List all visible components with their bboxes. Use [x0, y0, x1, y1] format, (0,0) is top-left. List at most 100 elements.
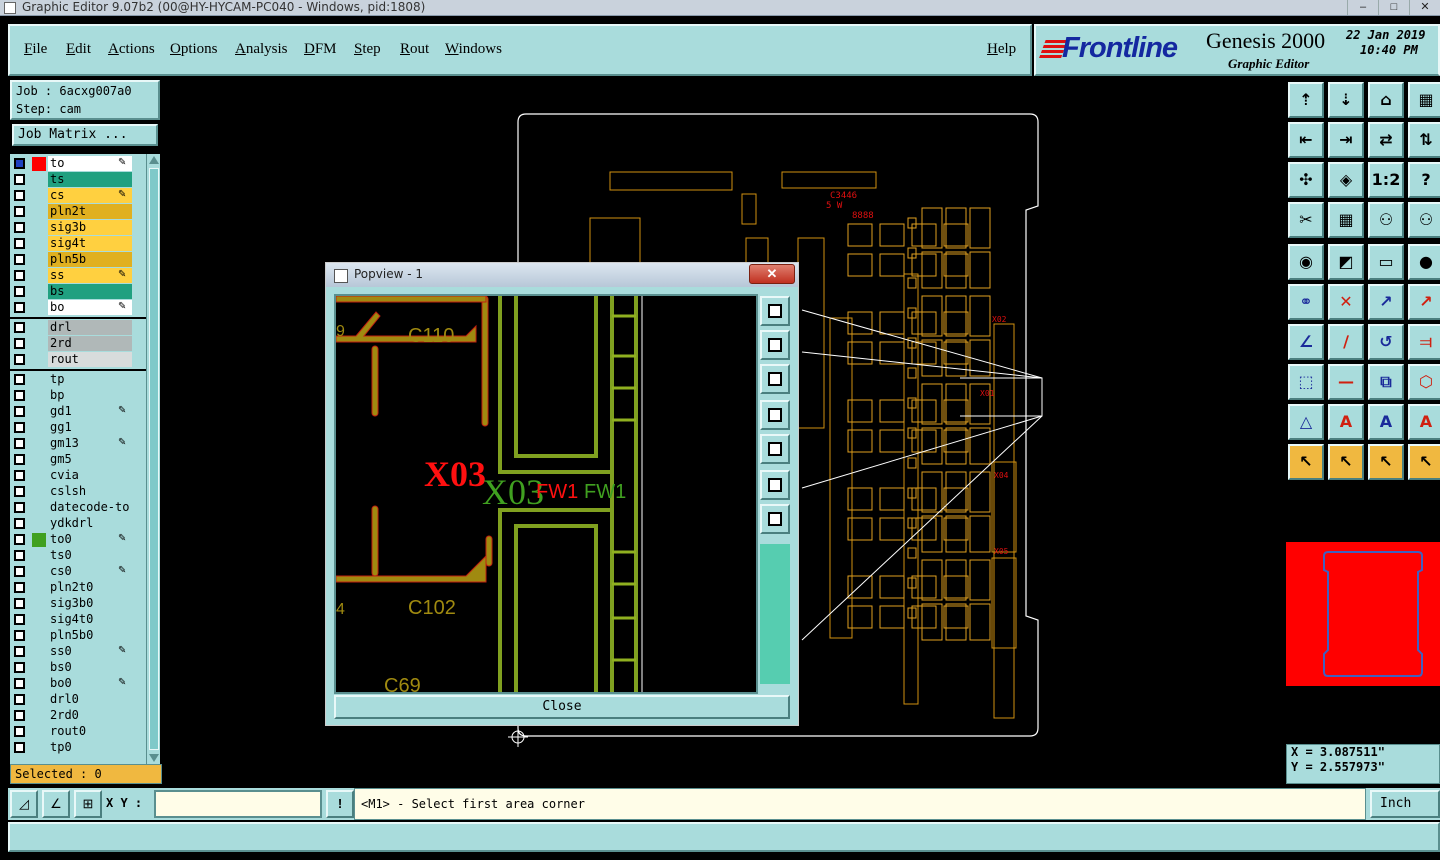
layer-row-sig4t0[interactable]: sig4t0	[10, 612, 146, 628]
layer-row-ts0[interactable]: ts0	[10, 548, 146, 564]
tool-button-5-3[interactable]: ↗	[1408, 284, 1440, 320]
layer-name[interactable]: pln2t0	[48, 580, 132, 595]
xy-input[interactable]	[154, 790, 322, 818]
close-window-button[interactable]: ✕	[1409, 0, 1440, 15]
tool-button-6-0[interactable]: ∠	[1288, 324, 1324, 360]
layer-name[interactable]: ts	[48, 172, 132, 187]
layer-row-gm13[interactable]: gm13 ✎	[10, 436, 146, 452]
tool-button-6-2[interactable]: ↺	[1368, 324, 1404, 360]
tool-button-8-3[interactable]: A	[1408, 404, 1440, 440]
layer-row-sig4t[interactable]: sig4t	[10, 236, 146, 252]
layer-row-sig3b0[interactable]: sig3b0	[10, 596, 146, 612]
menu-step[interactable]: Step	[354, 41, 381, 58]
layer-name[interactable]: sig4t	[48, 236, 132, 251]
layer-checkbox[interactable]	[14, 270, 25, 281]
layer-checkbox[interactable]	[14, 662, 25, 673]
layer-name[interactable]: rout	[48, 352, 132, 367]
layer-checkbox[interactable]	[14, 518, 25, 529]
layer-checkbox[interactable]	[14, 614, 25, 625]
tool-button-3-0[interactable]: ✂	[1288, 202, 1324, 238]
tool-button-5-1[interactable]: ✕	[1328, 284, 1364, 320]
menu-edit[interactable]: Edit	[66, 41, 91, 58]
layer-checkbox[interactable]	[14, 206, 25, 217]
menu-analysis[interactable]: Analysis	[235, 41, 288, 58]
layer-checkbox[interactable]	[14, 470, 25, 481]
tool-button-2-2[interactable]: 1:2	[1368, 162, 1404, 198]
layer-checkbox[interactable]	[14, 726, 25, 737]
layer-name[interactable]: 2rd0	[48, 708, 132, 723]
layer-name[interactable]: ydkdrl	[48, 516, 132, 531]
layer-name[interactable]: drl0	[48, 692, 132, 707]
layer-name[interactable]: pln5b0	[48, 628, 132, 643]
popview-fit-button[interactable]	[760, 296, 790, 326]
layer-name[interactable]: cvia	[48, 468, 132, 483]
layer-row-drl0[interactable]: drl0	[10, 692, 146, 708]
job-matrix-button[interactable]: Job Matrix ...	[12, 124, 158, 146]
layer-checkbox[interactable]	[14, 374, 25, 385]
layer-checkbox[interactable]	[14, 566, 25, 577]
tool-button-4-2[interactable]: ▭	[1368, 244, 1404, 280]
tool-button-7-0[interactable]: ⬚	[1288, 364, 1324, 400]
layer-name[interactable]: sig4t0	[48, 612, 132, 627]
layer-name[interactable]: ts0	[48, 548, 132, 563]
tool-button-0-2[interactable]: ⌂	[1368, 82, 1404, 118]
layer-row-to0[interactable]: to0 ✎	[10, 532, 146, 548]
layer-row-gg1[interactable]: gg1	[10, 420, 146, 436]
tool-button-1-3[interactable]: ⇅	[1408, 122, 1440, 158]
tool-button-9-1[interactable]: ↖	[1328, 444, 1364, 480]
layer-row-cs[interactable]: cs ✎	[10, 188, 146, 204]
overview-panel[interactable]	[1286, 490, 1440, 740]
layer-checkbox[interactable]	[14, 222, 25, 233]
tool-button-1-1[interactable]: ⇥	[1328, 122, 1364, 158]
popview-pan-left-button[interactable]	[760, 400, 790, 430]
layer-checkbox[interactable]	[14, 190, 25, 201]
popview-zoom-out-button[interactable]	[760, 504, 790, 534]
scroll-up-icon[interactable]	[149, 156, 159, 164]
minimize-button[interactable]: –	[1347, 0, 1378, 15]
popview-canvas[interactable]: C110 9 X03 X03 FW1 FW1 C102 4 C69	[334, 294, 758, 694]
layer-row-ts[interactable]: ts	[10, 172, 146, 188]
layer-checkbox[interactable]	[14, 302, 25, 313]
tool-button-5-0[interactable]: ⚭	[1288, 284, 1324, 320]
layer-name[interactable]: drl	[48, 320, 132, 335]
layer-row-2rd0[interactable]: 2rd0	[10, 708, 146, 724]
layer-name[interactable]: 2rd	[48, 336, 132, 351]
layer-color-swatch[interactable]	[32, 533, 46, 547]
tool-button-9-0[interactable]: ↖	[1288, 444, 1324, 480]
snap-mode-button[interactable]: ◿	[10, 790, 38, 818]
layer-list-scrollbar[interactable]	[146, 154, 160, 764]
tool-button-7-3[interactable]: ⬡	[1408, 364, 1440, 400]
layer-color-swatch[interactable]	[32, 157, 46, 171]
tool-button-0-0[interactable]: ⇡	[1288, 82, 1324, 118]
layer-checkbox[interactable]	[14, 598, 25, 609]
layer-row-tp[interactable]: tp	[10, 372, 146, 388]
tool-button-6-3[interactable]: ⫤	[1408, 324, 1440, 360]
unit-selector[interactable]: Inch	[1370, 790, 1440, 818]
layer-checkbox[interactable]	[14, 158, 25, 169]
tool-button-3-3[interactable]: ⚇	[1408, 202, 1440, 238]
scroll-down-icon[interactable]	[149, 754, 159, 762]
layer-name[interactable]: bs0	[48, 660, 132, 675]
layer-row-bo0[interactable]: bo0 ✎	[10, 676, 146, 692]
menu-windows[interactable]: Windows	[445, 41, 502, 58]
maximize-button[interactable]: □	[1378, 0, 1409, 15]
menu-file[interactable]: File	[24, 41, 47, 58]
layer-checkbox[interactable]	[14, 406, 25, 417]
tool-button-0-3[interactable]: ▦	[1408, 82, 1440, 118]
layer-checkbox[interactable]	[14, 582, 25, 593]
popview-pan-right-button[interactable]	[760, 434, 790, 464]
tool-button-2-3[interactable]: ?	[1408, 162, 1440, 198]
popview-close-x-button[interactable]: ✕	[749, 264, 795, 284]
layer-checkbox[interactable]	[14, 630, 25, 641]
layer-row-datecode-to[interactable]: datecode-to	[10, 500, 146, 516]
tool-button-4-1[interactable]: ◩	[1328, 244, 1364, 280]
layer-checkbox[interactable]	[14, 338, 25, 349]
tool-button-1-0[interactable]: ⇤	[1288, 122, 1324, 158]
layer-row-pln2t[interactable]: pln2t	[10, 204, 146, 220]
layer-checkbox[interactable]	[14, 286, 25, 297]
tool-button-5-2[interactable]: ↗	[1368, 284, 1404, 320]
menu-options[interactable]: Options	[170, 41, 218, 58]
layer-name[interactable]: cslsh	[48, 484, 132, 499]
layer-checkbox[interactable]	[14, 550, 25, 561]
popview-title-bar[interactable]: Popview - 1 ✕	[326, 263, 798, 287]
